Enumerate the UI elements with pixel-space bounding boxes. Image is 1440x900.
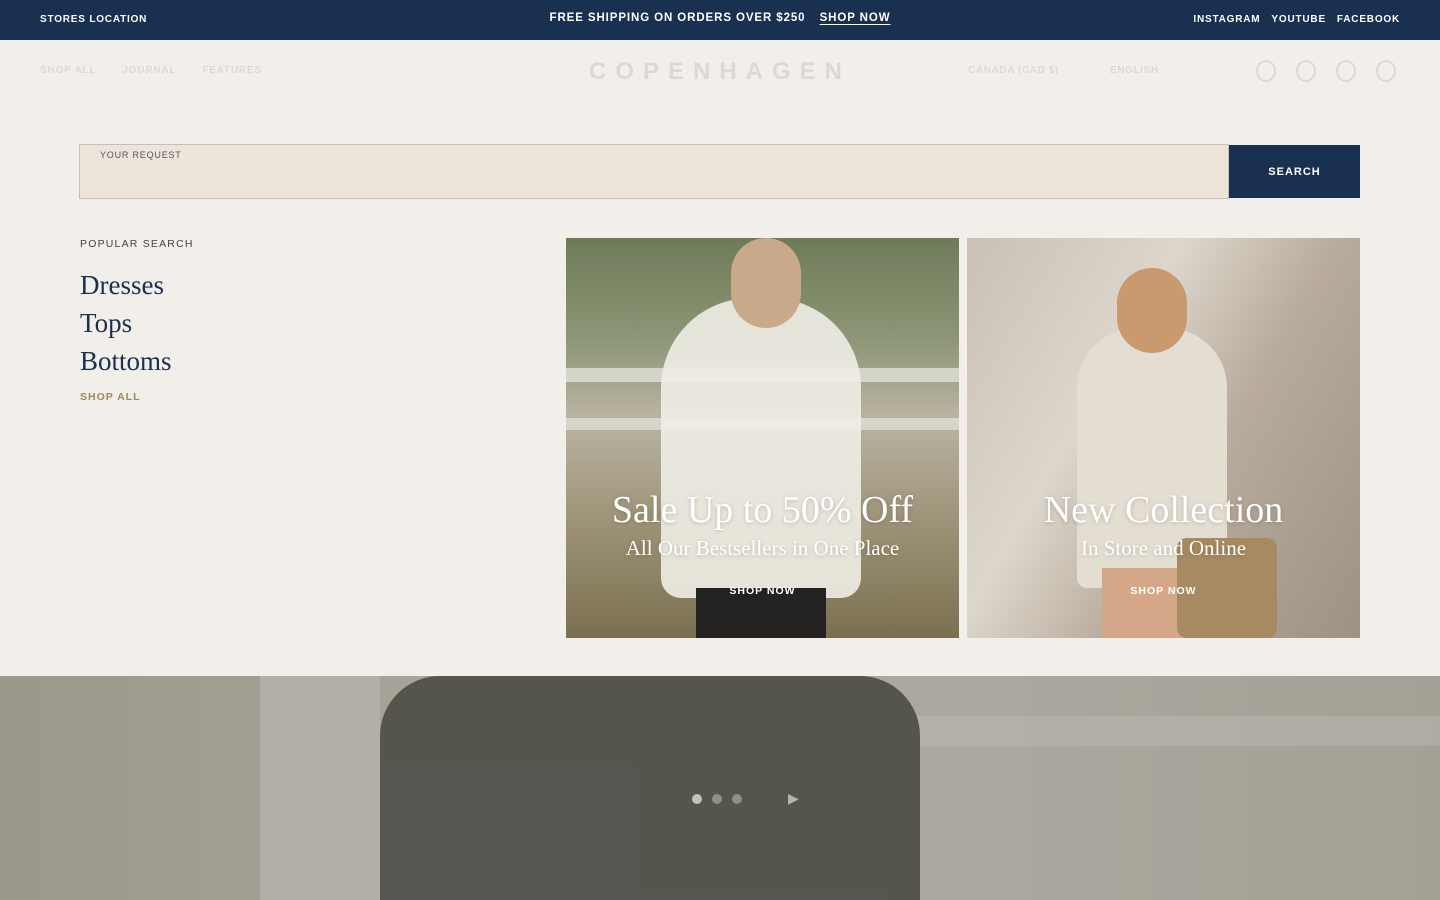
popular-item-tops[interactable]: Tops — [80, 304, 172, 342]
language-selector: ENGLISH — [1110, 65, 1159, 76]
popular-item-bottoms[interactable]: Bottoms — [80, 342, 172, 380]
promo-subtitle: In Store and Online — [1080, 536, 1247, 560]
promo-title: Sale Up to 50% Off — [611, 489, 914, 531]
popular-item-dresses[interactable]: Dresses — [80, 266, 172, 304]
slider-dots — [692, 794, 742, 804]
search-panel: YOUR REQUEST SEARCH POPULAR SEARCH Dress… — [0, 104, 1440, 676]
search-icon — [1296, 60, 1316, 82]
instagram-link[interactable]: INSTAGRAM — [1193, 14, 1260, 25]
slider-dot — [732, 794, 742, 804]
promo-title: New Collection — [1043, 489, 1284, 531]
promo-subtitle: All Our Bestsellers in One Place — [625, 536, 900, 560]
play-icon: ▶ — [788, 790, 799, 806]
youtube-link[interactable]: YOUTUBE — [1271, 14, 1326, 25]
promo-shop-now-link[interactable]: SHOP NOW — [967, 585, 1360, 597]
promo-shop-now-link[interactable]: SHOP NOW — [566, 585, 959, 597]
overlay-shade[interactable] — [0, 676, 1440, 900]
country-selector: CANADA (CAD $) — [968, 65, 1059, 76]
search-field-label: YOUR REQUEST — [100, 150, 182, 160]
facebook-link[interactable]: FACEBOOK — [1337, 14, 1400, 25]
hero-background: ▶ — [0, 676, 1440, 900]
popular-search-title: POPULAR SEARCH — [80, 238, 194, 250]
account-icon — [1256, 60, 1276, 82]
slider-dot — [712, 794, 722, 804]
header-icons — [1256, 60, 1396, 82]
model-image — [1117, 268, 1187, 353]
wishlist-icon — [1336, 60, 1356, 82]
slider-dot — [692, 794, 702, 804]
site-header: SHOP ALL JOURNAL FEATURES COPENHAGEN CAN… — [0, 40, 1440, 104]
shipping-shop-now-link[interactable]: SHOP NOW — [820, 12, 891, 24]
cart-icon — [1376, 60, 1396, 82]
search-input[interactable] — [100, 167, 1200, 193]
popular-search-list: Dresses Tops Bottoms — [80, 266, 172, 380]
social-links: INSTAGRAM YOUTUBE FACEBOOK — [1193, 14, 1400, 25]
search-button[interactable]: SEARCH — [1229, 145, 1360, 198]
site-logo: COPENHAGEN — [588, 58, 852, 85]
promo-card-sale[interactable]: Sale Up to 50% Off All Our Bestsellers i… — [566, 238, 959, 638]
search-field[interactable]: YOUR REQUEST — [79, 144, 1229, 199]
promo-card-new-collection[interactable]: New Collection In Store and Online SHOP … — [967, 238, 1360, 638]
announcement-bar: STORES LOCATION FREE SHIPPING ON ORDERS … — [0, 0, 1440, 40]
shipping-promo-text: FREE SHIPPING ON ORDERS OVER $250 — [549, 12, 806, 24]
model-image — [731, 238, 801, 328]
shop-all-link[interactable]: SHOP ALL — [80, 391, 141, 403]
